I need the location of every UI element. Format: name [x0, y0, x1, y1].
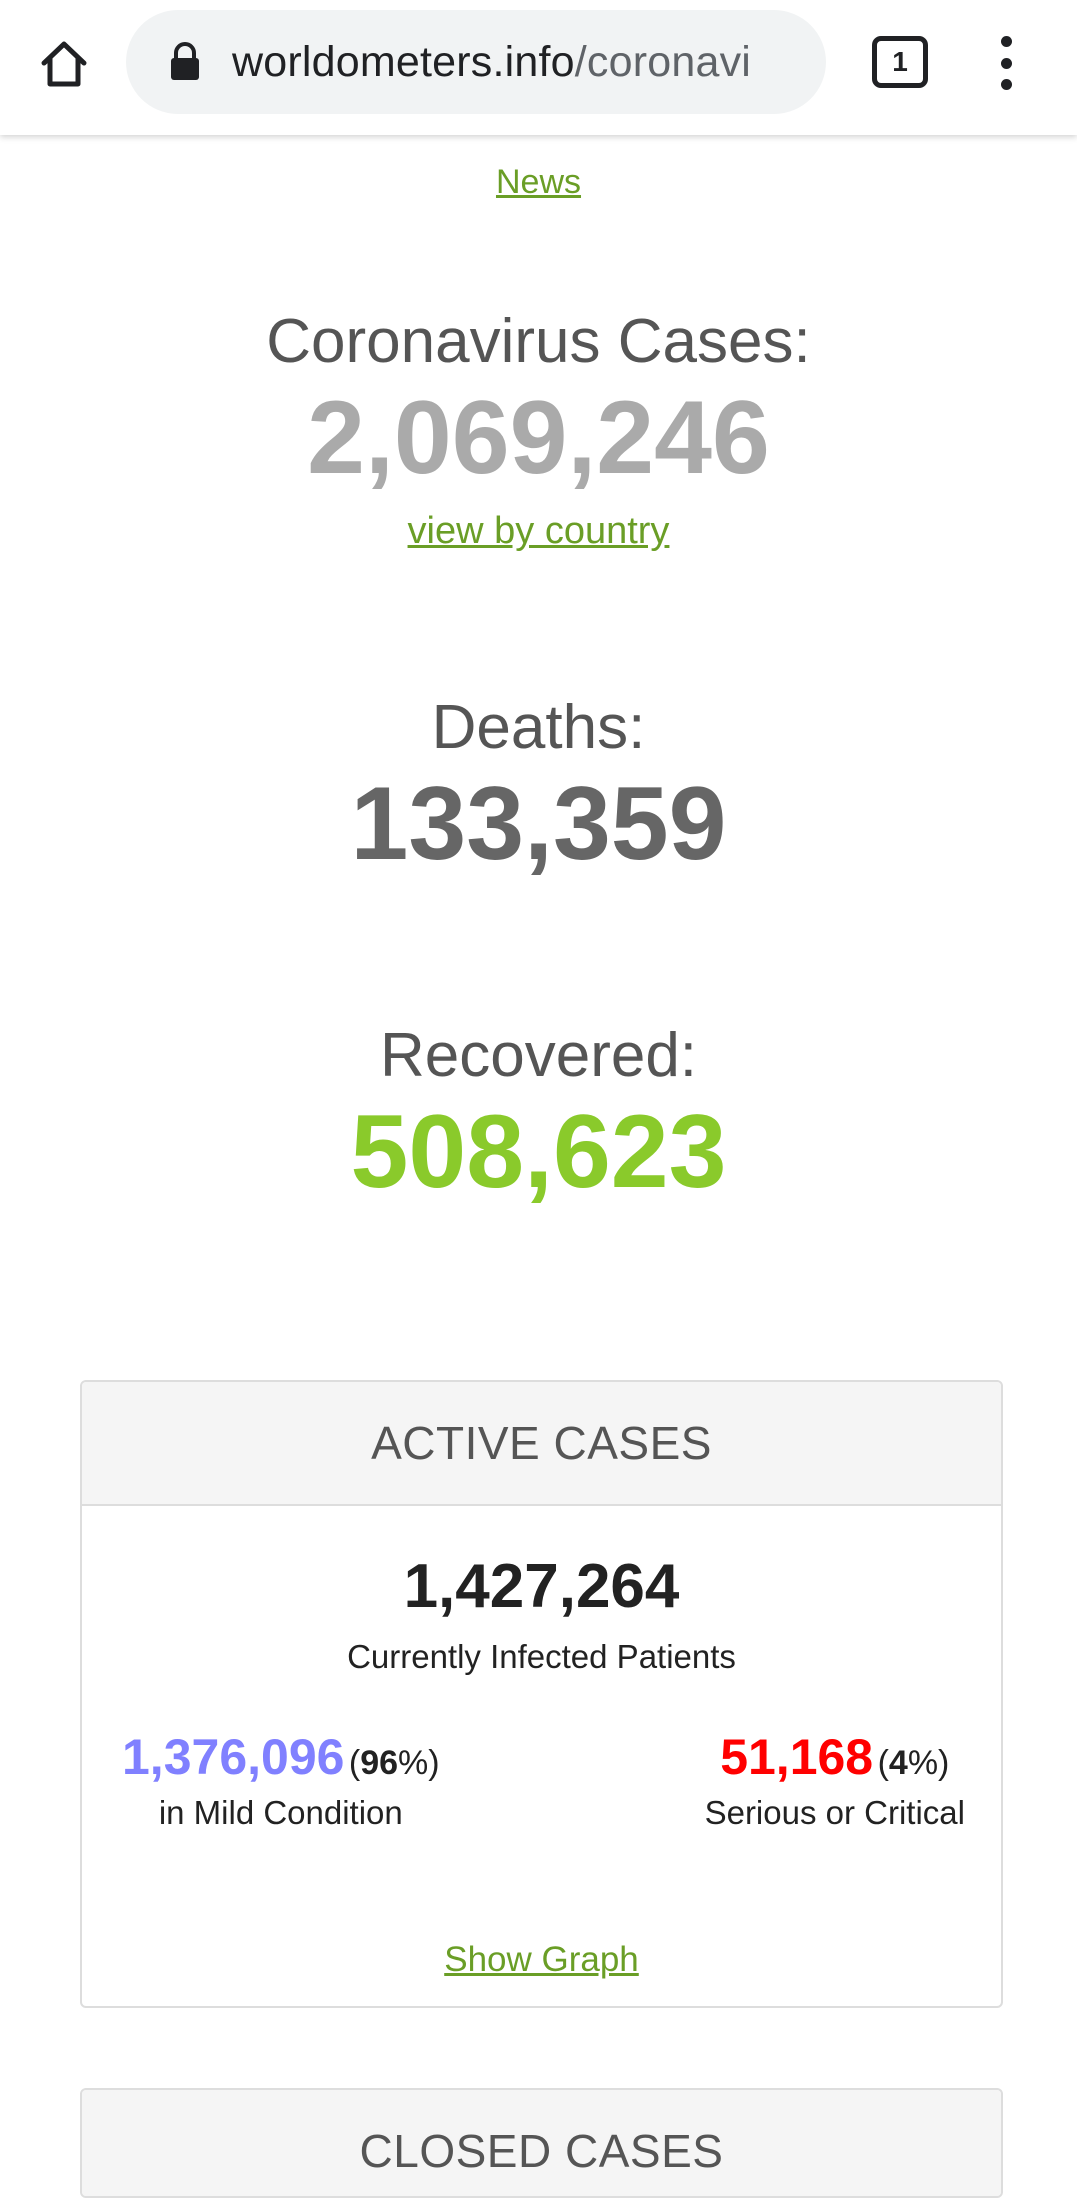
recovered-label: Recovered: [379, 1021, 698, 1090]
serious-critical: 51,168 (4%) Serious or Critical [705, 1728, 965, 1832]
url-text: worldometers.info/coronavi [232, 38, 751, 87]
lock-icon [171, 42, 199, 80]
nav-link[interactable]: News [496, 162, 581, 208]
browser-toolbar: worldometers.info/coronavi 1 [0, 0, 1077, 135]
recovered-counter: Recovered: 508,623 [0, 1020, 1077, 1212]
critical-number: 51,168 [720, 1729, 874, 1785]
mild-condition: 1,376,096 (96%) in Mild Condition [122, 1728, 440, 1832]
tab-count: 1 [892, 46, 908, 77]
closed-cases-panel: CLOSED CASES [80, 2088, 1003, 2198]
address-bar[interactable]: worldometers.info/coronavi [126, 10, 826, 114]
deaths-label: Deaths: [431, 693, 646, 762]
show-graph-container: Show Graph [82, 1940, 1001, 1980]
critical-label: Serious or Critical [704, 1794, 965, 1831]
more-menu-button[interactable] [988, 30, 1024, 96]
url-domain: worldometers.info [232, 37, 575, 86]
critical-percent: (4%) [877, 1744, 950, 1782]
home-icon [41, 41, 87, 87]
tab-switcher-button[interactable]: 1 [872, 36, 928, 88]
more-vert-icon [1000, 36, 1012, 47]
mild-label: in Mild Condition [158, 1794, 403, 1831]
active-cases-heading: ACTIVE CASES [82, 1382, 1001, 1506]
view-by-country-link[interactable]: view by country [408, 510, 670, 553]
active-cases-total-label: Currently Infected Patients [347, 1638, 736, 1675]
recovered-number: 508,623 [350, 1094, 727, 1210]
home-button[interactable] [28, 28, 100, 100]
mild-number: 1,376,096 [122, 1729, 345, 1785]
url-path: /coronavi [574, 37, 752, 86]
nav-row: News [0, 162, 1077, 208]
cases-label: Coronavirus Cases: [266, 307, 811, 376]
mild-percent: (96%) [348, 1744, 440, 1782]
active-cases-breakdown: 1,376,096 (96%) in Mild Condition 51,168… [82, 1728, 1001, 1832]
deaths-counter: Deaths: 133,359 [0, 692, 1077, 884]
active-cases-total: 1,427,264 [403, 1552, 680, 1621]
deaths-number: 133,359 [350, 766, 727, 882]
show-graph-link[interactable]: Show Graph [444, 1940, 639, 1979]
cases-number: 2,069,246 [307, 380, 770, 496]
cases-counter: Coronavirus Cases: 2,069,246 view by cou… [0, 306, 1077, 553]
closed-cases-heading: CLOSED CASES [82, 2090, 1001, 2196]
active-cases-panel: ACTIVE CASES 1,427,264 Currently Infecte… [80, 1380, 1003, 2008]
